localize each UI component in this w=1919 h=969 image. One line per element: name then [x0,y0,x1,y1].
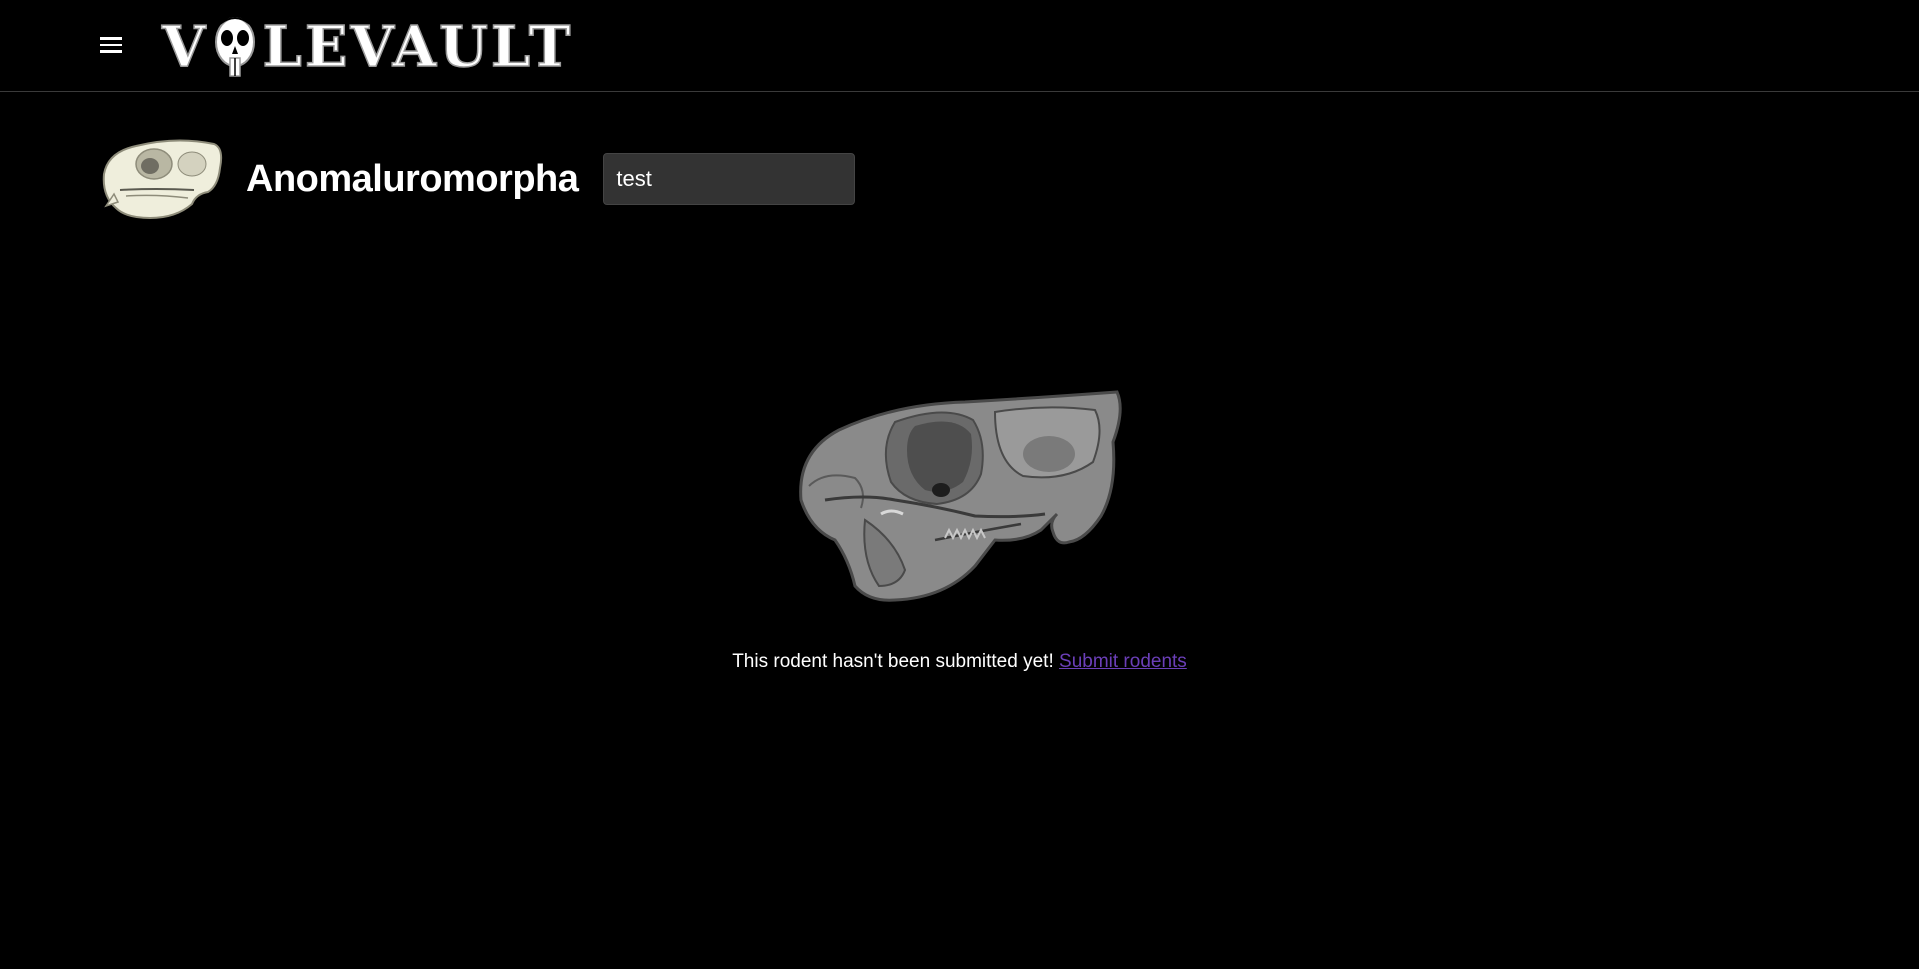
menu-line [100,37,122,40]
submit-rodents-link[interactable]: Submit rodents [1059,651,1187,672]
logo-text-right: LEVAULT [262,13,574,81]
empty-message-text: This rodent hasn't been submitted yet! [732,651,1054,672]
empty-message: This rodent hasn't been submitted yet! S… [0,651,1919,673]
rodent-skull-thumbnail-icon [102,139,223,220]
menu-line [100,50,122,53]
hamburger-menu-icon[interactable] [96,33,130,57]
top-bar: V LEVAULT [0,0,1919,92]
empty-state: This rodent hasn't been submitted yet! S… [0,390,1919,692]
search-input[interactable] [603,153,856,205]
clade-header: Anomaluromorpha [96,134,856,224]
page-title: Anomaluromorpha [246,157,579,200]
gray-rodent-skull-icon [798,390,1122,602]
volevault-logo[interactable]: V LEVAULT [161,12,574,82]
menu-line [100,43,122,46]
skull-icon [215,17,256,77]
logo-text-left: V [161,13,209,81]
